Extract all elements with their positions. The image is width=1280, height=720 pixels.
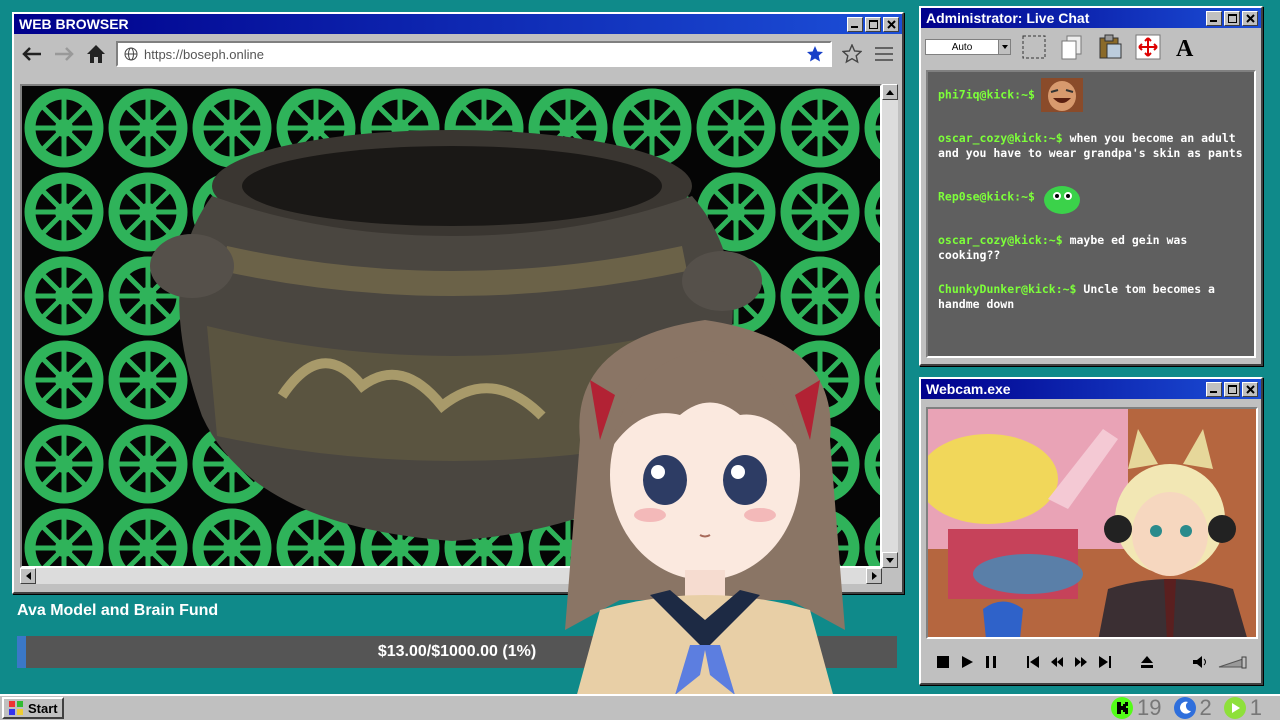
skip-back-icon[interactable] [1026,655,1040,669]
fund-title: Ava Model and Brain Fund [17,602,219,619]
browser-titlebar[interactable]: WEB BROWSER [14,14,902,34]
chevron-down-icon[interactable] [998,40,1010,54]
webcam-window: Webcam.exe [919,377,1263,685]
url-text: https://boseph.online [144,46,264,62]
stop-icon[interactable] [936,655,950,669]
chat-message: oscar_cozy@kick:~$ maybe ed gein was coo… [938,233,1244,263]
font-size-value: Auto [951,41,973,53]
kick-viewer-count: 19 [1137,695,1162,720]
taskbar: Start 19 2 1 [0,694,1280,720]
svg-text:A: A [1176,36,1194,60]
paste-icon[interactable] [1095,32,1125,62]
maximize-button[interactable] [1224,381,1240,397]
close-button[interactable] [1242,10,1258,26]
chat-title: Administrator: Live Chat [926,10,1090,26]
chat-message: oscar_cozy@kick:~$ when you become an ad… [938,131,1244,161]
windows-logo-icon [9,701,23,715]
chat-toolbar: Auto A [921,28,1261,66]
green-blob-emote [1043,186,1080,214]
globe-icon [124,47,138,61]
chat-username[interactable]: Rep0se@kick:~$ [938,190,1035,204]
moon-viewer-count: 2 [1199,695,1212,720]
minimize-button[interactable] [1206,381,1222,397]
forward-button[interactable] [52,42,76,66]
laughing-man-emote [1040,78,1083,112]
bookmarked-star-icon[interactable] [806,45,824,63]
chat-username[interactable]: phi7iq@kick:~$ [938,88,1035,102]
maximize-button[interactable] [1224,10,1240,26]
anime-avatar-overlay [565,320,845,720]
chat-message: ChunkyDunker@kick:~$ Uncle tom becomes a… [938,282,1244,312]
live-chat-window: Administrator: Live Chat Auto A phi7iq@k… [919,6,1263,366]
kick-icon [1111,697,1134,719]
move-tool-icon[interactable] [1133,32,1163,62]
font-size-select[interactable]: Auto [925,39,1011,55]
volume-slider[interactable] [1218,655,1248,669]
menu-button[interactable] [872,42,896,66]
copy-icon[interactable] [1057,32,1087,62]
maximize-button[interactable] [865,16,881,32]
play-viewer-count: 1 [1249,695,1262,720]
favorites-star-button[interactable] [840,42,864,66]
scroll-down-button[interactable] [882,552,898,568]
pause-icon[interactable] [984,655,998,669]
chat-message: phi7iq@kick:~$ [938,78,1244,112]
moon-icon [1173,697,1196,719]
volume-icon[interactable] [1192,655,1208,669]
eject-icon[interactable] [1140,655,1154,669]
start-button[interactable]: Start [2,697,64,719]
close-button[interactable] [1242,381,1258,397]
select-tool-icon[interactable] [1019,32,1049,62]
rewind-icon[interactable] [1050,655,1064,669]
media-controls [926,645,1258,679]
chat-titlebar[interactable]: Administrator: Live Chat [921,8,1261,28]
back-button[interactable] [20,42,44,66]
minimize-button[interactable] [1206,10,1222,26]
vertical-scrollbar[interactable] [882,84,898,568]
scroll-left-button[interactable] [20,568,36,584]
chat-username[interactable]: ChunkyDunker@kick:~$ [938,282,1076,296]
close-button[interactable] [883,16,899,32]
scroll-up-button[interactable] [882,84,898,100]
minimize-button[interactable] [847,16,863,32]
stream-stats: 19 2 1 [1111,695,1278,720]
chat-username[interactable]: oscar_cozy@kick:~$ [938,233,1063,247]
address-bar[interactable]: https://boseph.online [116,41,832,67]
webcam-feed [926,407,1258,639]
play-icon [1223,697,1246,719]
chat-message: Rep0se@kick:~$ [938,180,1244,214]
skip-forward-icon[interactable] [1098,655,1112,669]
font-icon[interactable]: A [1171,32,1201,62]
fast-forward-icon[interactable] [1074,655,1088,669]
browser-title: WEB BROWSER [19,16,129,32]
chat-log[interactable]: phi7iq@kick:~$ oscar_cozy@kick:~$ when yo… [926,70,1256,358]
webcam-title: Webcam.exe [926,381,1011,397]
start-label: Start [28,700,58,716]
webcam-titlebar[interactable]: Webcam.exe [921,379,1261,399]
chat-username[interactable]: oscar_cozy@kick:~$ [938,131,1063,145]
play-icon[interactable] [960,655,974,669]
anime-catboy-illustration [928,409,1256,637]
browser-toolbar: https://boseph.online [14,34,902,74]
home-button[interactable] [84,42,108,66]
